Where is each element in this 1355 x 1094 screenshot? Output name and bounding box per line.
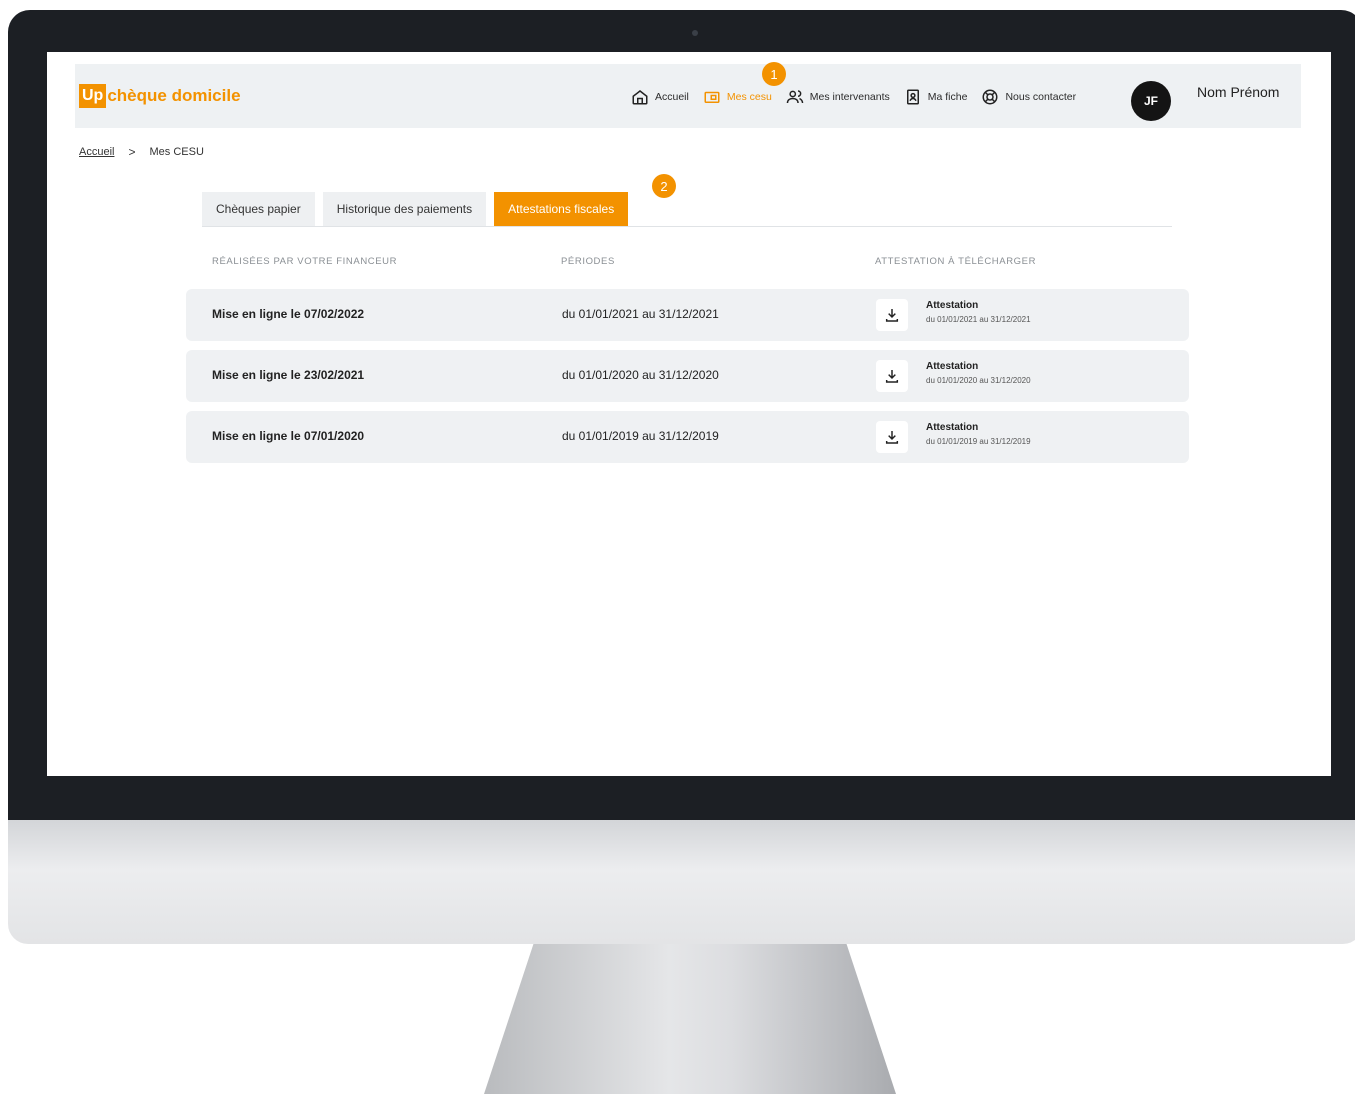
download-icon: [885, 309, 899, 322]
attestation-title: Attestation: [926, 422, 979, 433]
lifebuoy-icon: [982, 89, 998, 105]
nav-label: Accueil: [655, 91, 689, 103]
attestation-period: du 01/01/2020 au 31/12/2020: [926, 376, 1031, 385]
column-header-periodes: PÉRIODES: [561, 256, 615, 267]
row-period: du 01/01/2019 au 31/12/2019: [562, 429, 719, 443]
breadcrumb-home-link[interactable]: Accueil: [79, 146, 114, 158]
main-nav: Accueil Mes cesu Mes intervenants Ma fic…: [631, 86, 1090, 108]
tab-divider: [202, 226, 1172, 227]
nav-label: Mes cesu: [726, 91, 772, 103]
tab-attestations-fiscales[interactable]: Attestations fiscales: [494, 192, 629, 226]
tab-historique-paiements[interactable]: Historique des paiements: [322, 192, 487, 226]
nav-label: Nous contacter: [1005, 91, 1077, 103]
breadcrumb-separator: >: [128, 145, 136, 159]
row-title: Mise en ligne le 07/01/2020: [212, 429, 365, 443]
download-button[interactable]: [876, 360, 908, 392]
user-name[interactable]: Nom Prénom: [1197, 84, 1279, 100]
brand-logo[interactable]: Up chèque domicile: [79, 84, 241, 108]
tab-bar: Chèques papier Historique des paiements …: [202, 192, 636, 226]
nav-label: Mes intervenants: [809, 91, 890, 103]
table-row: Mise en ligne le 07/02/2022 du 01/01/202…: [186, 289, 1189, 341]
wallet-icon: [704, 91, 720, 103]
row-period: du 01/01/2020 au 31/12/2020: [562, 368, 719, 382]
column-header-attestation: ATTESTATION À TÉLÉCHARGER: [875, 256, 1037, 267]
attestation-period: du 01/01/2021 au 31/12/2021: [926, 315, 1031, 324]
row-title: Mise en ligne le 07/02/2022: [212, 307, 365, 321]
table-row: Mise en ligne le 23/02/2021 du 01/01/202…: [186, 350, 1189, 402]
tab-cheques-papier[interactable]: Chèques papier: [202, 192, 315, 226]
nav-item-mes-intervenants[interactable]: Mes intervenants: [786, 88, 890, 106]
nav-item-accueil[interactable]: Accueil: [631, 88, 689, 106]
download-button[interactable]: [876, 421, 908, 453]
monitor-stand: [484, 944, 896, 1094]
home-icon: [632, 90, 648, 105]
attestation-title: Attestation: [926, 361, 979, 372]
column-header-financeur: RÉALISÉES PAR VOTRE FINANCEUR: [212, 256, 398, 267]
camera-dot: [692, 30, 698, 36]
row-title: Mise en ligne le 23/02/2021: [212, 368, 365, 382]
download-button[interactable]: [876, 299, 908, 331]
nav-item-nous-contacter[interactable]: Nous contacter: [981, 88, 1076, 106]
attestation-period: du 01/01/2019 au 31/12/2019: [926, 437, 1031, 446]
download-icon: [885, 431, 899, 444]
nav-item-ma-fiche[interactable]: Ma fiche: [904, 88, 968, 106]
nav-item-mes-cesu[interactable]: Mes cesu: [703, 88, 772, 106]
avatar[interactable]: JF: [1131, 81, 1171, 121]
monitor-chin: [8, 820, 1355, 944]
id-card-icon: [906, 89, 919, 105]
logo-up-mark: Up: [79, 84, 107, 108]
table-row: Mise en ligne le 07/01/2020 du 01/01/201…: [186, 411, 1189, 463]
breadcrumb-current: Mes CESU: [149, 146, 204, 158]
users-icon: [786, 90, 804, 104]
breadcrumb: Accueil > Mes CESU: [79, 145, 204, 159]
step-marker-tabs: 2: [652, 174, 676, 198]
nav-label: Ma fiche: [927, 91, 968, 103]
attestation-title: Attestation: [926, 300, 979, 311]
step-marker-nav: 1: [762, 62, 786, 86]
logo-wordmark: chèque domicile: [107, 86, 241, 105]
download-icon: [885, 370, 899, 383]
row-period: du 01/01/2021 au 31/12/2021: [562, 307, 719, 321]
app-screen: Up chèque domicile Accueil Mes cesu Mes …: [47, 52, 1331, 776]
top-header: Up chèque domicile Accueil Mes cesu Mes …: [75, 64, 1301, 128]
